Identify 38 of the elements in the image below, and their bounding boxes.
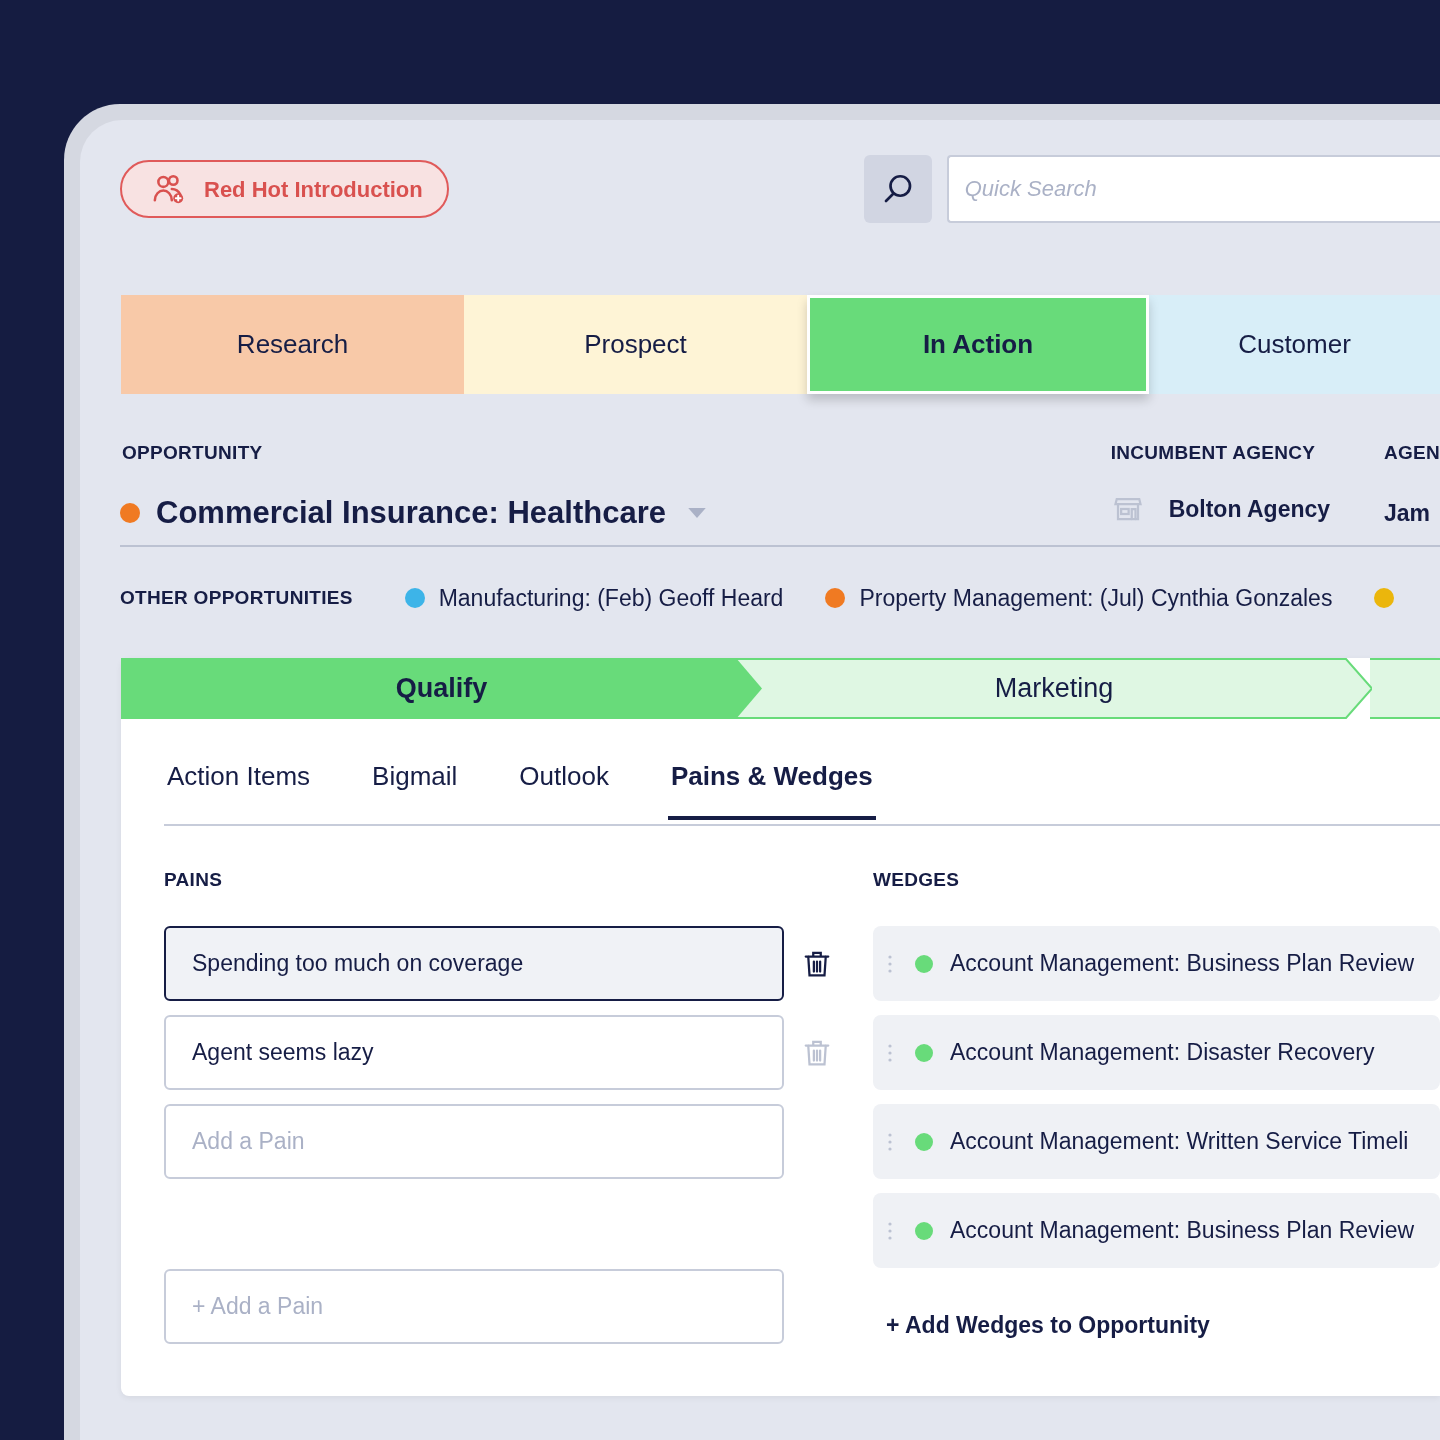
- stage-tab[interactable]: Customer: [1149, 295, 1440, 394]
- section-label: AGEN: [1383, 441, 1440, 465]
- wedge-item[interactable]: Account Management: Business Plan Review: [873, 926, 1440, 1001]
- opportunity-title[interactable]: Commercial Insurance: Healthcare: [156, 489, 666, 536]
- pain-field[interactable]: Agent seems lazy: [164, 1015, 784, 1090]
- stage-tab[interactable]: Research: [121, 295, 464, 394]
- tab[interactable]: Pains & Wedges: [667, 746, 876, 820]
- wedge-label: Account Management: Disaster Recovery: [950, 1038, 1375, 1068]
- next-step: [1370, 657, 1440, 719]
- tab[interactable]: Outlook: [516, 746, 612, 820]
- section-label: OTHER OPPORTUNITIES: [120, 586, 353, 610]
- tab[interactable]: Bigmail: [369, 746, 461, 820]
- add-wedges-link[interactable]: + Add Wedges to Opportunity: [886, 1308, 1210, 1343]
- section-label: INCUMBENT AGENCY: [1110, 441, 1317, 465]
- agency-name: Bolton Agency: [1168, 494, 1331, 524]
- opportunity-link[interactable]: Property Management: (Jul) Cynthia Gonzales: [859, 581, 1333, 616]
- section-label: OPPORTUNITY: [122, 441, 264, 465]
- pain-field[interactable]: Spending too much on coverage: [164, 926, 784, 1001]
- wedge-item[interactable]: Account Management: Written Service Timeli: [873, 1104, 1440, 1179]
- stage-tab[interactable]: Prospect: [464, 295, 807, 394]
- step-tab[interactable]: Qualify: [121, 657, 762, 719]
- agent-name: Jam: [1383, 498, 1431, 528]
- wedge-label: Account Management: Business Plan Review: [950, 949, 1415, 979]
- step-tab[interactable]: Marketing: [736, 657, 1372, 719]
- wedge-label: Account Management: Business Plan Review: [950, 1216, 1415, 1246]
- wedge-label: Account Management: Written Service Timeli: [950, 1127, 1409, 1157]
- wedge-item[interactable]: Account Management: Business Plan Review: [873, 1193, 1440, 1268]
- wedge-item[interactable]: Account Management: Disaster Recovery: [873, 1015, 1440, 1090]
- search-button[interactable]: [863, 155, 932, 223]
- opportunity-link[interactable]: Manufacturing: (Feb) Geoff Heard: [438, 581, 784, 616]
- tab[interactable]: Action Items: [164, 746, 314, 820]
- search-field[interactable]: Quick Search: [946, 155, 1440, 223]
- pain-field[interactable]: + Add a Pain: [164, 1269, 784, 1344]
- caret-icon: [688, 507, 706, 518]
- section-label: WEDGES: [873, 867, 961, 892]
- stage-tab[interactable]: In Action: [807, 295, 1149, 394]
- pain-field[interactable]: Add a Pain: [164, 1104, 784, 1179]
- section-label: PAINS: [164, 867, 224, 892]
